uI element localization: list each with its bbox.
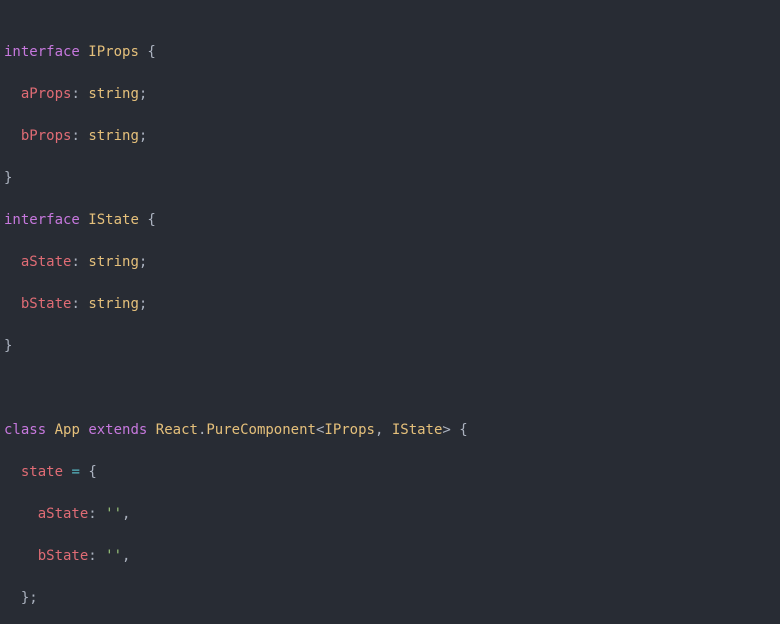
brace: }: [4, 170, 12, 186]
string-literal: '': [105, 548, 122, 564]
comma: ,: [375, 422, 383, 438]
code-line[interactable]: bState: '',: [4, 546, 780, 567]
code-line[interactable]: interface IProps {: [4, 42, 780, 63]
code-line[interactable]: class App extends React.PureComponent<IP…: [4, 420, 780, 441]
code-line[interactable]: };: [4, 588, 780, 609]
keyword: interface: [4, 212, 80, 228]
code-line[interactable]: aState: string;: [4, 252, 780, 273]
semicolon: ;: [139, 128, 147, 144]
property: bProps: [21, 128, 72, 144]
property: aState: [38, 506, 89, 522]
type-identifier: string: [88, 86, 139, 102]
semicolon: ;: [139, 254, 147, 270]
operator: =: [71, 464, 79, 480]
semicolon: ;: [139, 296, 147, 312]
type-identifier: React: [156, 422, 198, 438]
colon: :: [88, 548, 96, 564]
keyword: extends: [88, 422, 147, 438]
type-identifier: string: [88, 128, 139, 144]
semicolon: ;: [139, 86, 147, 102]
type-identifier: string: [88, 254, 139, 270]
property: aState: [21, 254, 72, 270]
colon: :: [71, 86, 79, 102]
brace: }: [4, 338, 12, 354]
code-line[interactable]: bState: string;: [4, 294, 780, 315]
code-line[interactable]: aState: '',: [4, 504, 780, 525]
property: bState: [21, 296, 72, 312]
colon: :: [71, 128, 79, 144]
property: bState: [38, 548, 89, 564]
keyword: class: [4, 422, 46, 438]
code-line[interactable]: state = {: [4, 462, 780, 483]
code-line[interactable]: [4, 378, 780, 399]
colon: :: [71, 254, 79, 270]
colon: :: [71, 296, 79, 312]
code-line[interactable]: }: [4, 336, 780, 357]
brace: {: [147, 44, 155, 60]
type-identifier: IState: [392, 422, 443, 438]
type-identifier: PureComponent: [206, 422, 316, 438]
string-literal: '': [105, 506, 122, 522]
code-line[interactable]: interface IState {: [4, 210, 780, 231]
semicolon: ;: [29, 590, 37, 606]
comma: ,: [122, 506, 130, 522]
brace: {: [147, 212, 155, 228]
type-identifier: string: [88, 296, 139, 312]
type-identifier: App: [55, 422, 80, 438]
keyword: interface: [4, 44, 80, 60]
code-line[interactable]: }: [4, 168, 780, 189]
type-identifier: IProps: [88, 44, 139, 60]
property: state: [21, 464, 63, 480]
type-identifier: IState: [88, 212, 139, 228]
code-line[interactable]: aProps: string;: [4, 84, 780, 105]
angle-bracket: >: [442, 422, 450, 438]
brace: {: [88, 464, 96, 480]
type-identifier: IProps: [324, 422, 375, 438]
comma: ,: [122, 548, 130, 564]
property: aProps: [21, 86, 72, 102]
colon: :: [88, 506, 96, 522]
code-line[interactable]: bProps: string;: [4, 126, 780, 147]
code-editor[interactable]: interface IProps { aProps: string; bProp…: [0, 0, 780, 624]
brace: {: [459, 422, 467, 438]
